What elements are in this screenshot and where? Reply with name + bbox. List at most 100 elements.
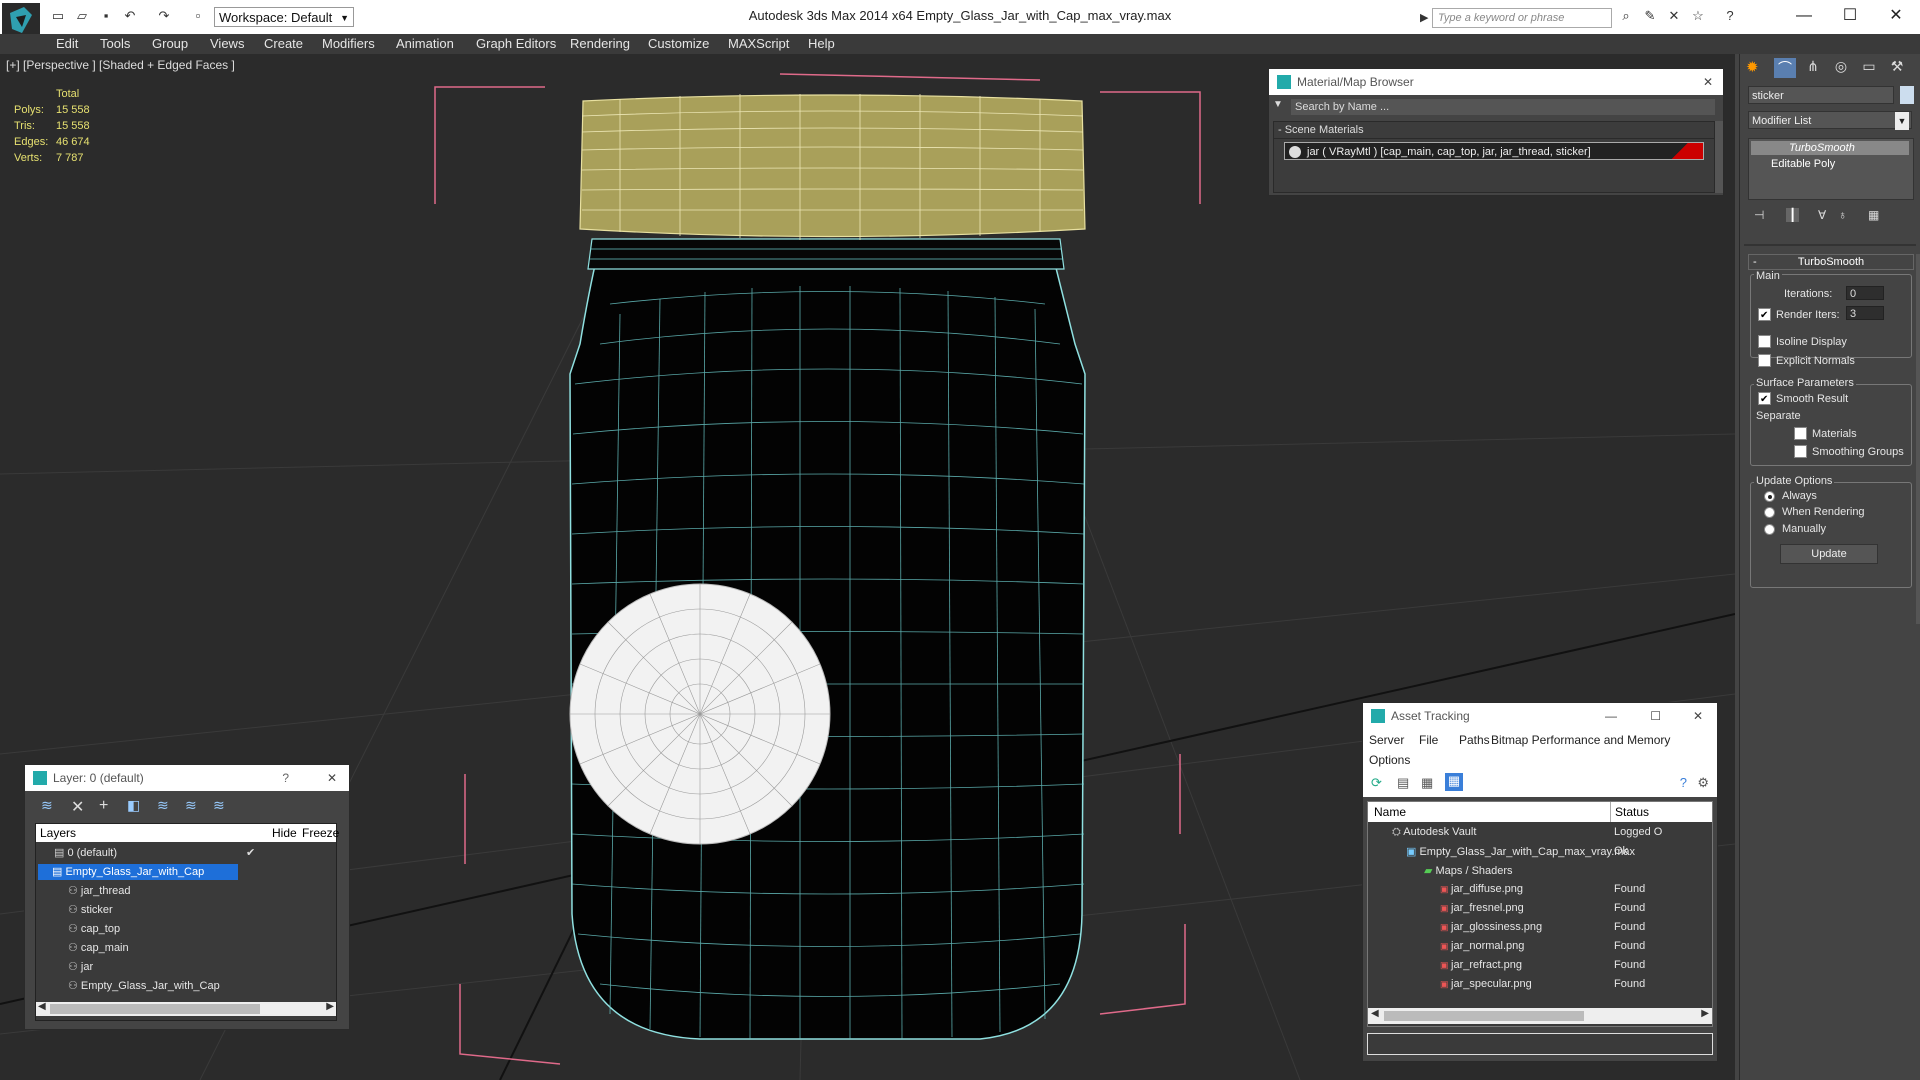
- asset-row-vault[interactable]: ⛭ Autodesk Vault: [1392, 826, 1476, 839]
- freeze-all-icon[interactable]: ≋: [213, 797, 225, 814]
- layer-panel-close-icon[interactable]: ✕: [327, 765, 337, 791]
- menu-rendering[interactable]: Rendering: [570, 36, 630, 51]
- render-iters-checkbox[interactable]: [1758, 308, 1771, 321]
- asset-grid-view-icon[interactable]: ▦: [1445, 773, 1463, 791]
- asset-minimize-button[interactable]: —: [1605, 703, 1617, 729]
- asset-close-button[interactable]: ✕: [1693, 703, 1703, 729]
- always-radio[interactable]: [1764, 491, 1775, 502]
- motion-tab-icon[interactable]: ◎: [1830, 58, 1852, 78]
- asset-row-jar-refract[interactable]: ▣ jar_refract.png: [1440, 959, 1522, 971]
- modify-tab-icon[interactable]: ⌒: [1774, 58, 1796, 78]
- asset-status-column-header[interactable]: Status: [1610, 802, 1649, 822]
- highlight-layer-icon[interactable]: ≋: [157, 797, 169, 814]
- asset-help-icon[interactable]: ?: [1680, 775, 1687, 790]
- layer-horizontal-scrollbar[interactable]: ◀ ▶: [36, 1001, 336, 1016]
- select-objects-icon[interactable]: ◧: [127, 797, 140, 814]
- scene-materials-header[interactable]: - Scene Materials: [1274, 122, 1714, 139]
- asset-row-jar-glossiness[interactable]: ▣ jar_glossiness.png: [1440, 921, 1542, 933]
- object-color-swatch[interactable]: [1900, 86, 1914, 104]
- asset-list-view-icon[interactable]: ▤: [1397, 775, 1409, 791]
- minimize-button[interactable]: —: [1784, 4, 1824, 28]
- make-unique-icon[interactable]: ∀: [1818, 208, 1826, 222]
- configure-sets-icon[interactable]: ▦: [1868, 208, 1879, 222]
- hide-column-header[interactable]: Hide: [272, 824, 297, 842]
- manually-radio[interactable]: [1764, 524, 1775, 535]
- asset-menu-options[interactable]: Options: [1369, 753, 1410, 767]
- browser-scrollbar[interactable]: [1715, 121, 1723, 193]
- asset-menu-bitmap-performance[interactable]: Bitmap Performance and Memory: [1491, 733, 1670, 747]
- asset-row-jar-normal[interactable]: ▣ jar_normal.png: [1440, 940, 1524, 952]
- materials-checkbox[interactable]: [1794, 427, 1807, 440]
- asset-row-jar-fresnel[interactable]: ▣ jar_fresnel.png: [1440, 902, 1524, 914]
- layer-object-jar[interactable]: ⚇ jar: [68, 960, 93, 973]
- asset-menu-file[interactable]: File: [1419, 733, 1438, 747]
- favorites-icon[interactable]: ☆: [1690, 8, 1706, 24]
- hide-all-icon[interactable]: ≋: [185, 797, 197, 814]
- menu-customize[interactable]: Customize: [648, 36, 709, 51]
- asset-menu-paths[interactable]: Paths: [1459, 733, 1490, 747]
- binoculars-icon[interactable]: ⌕: [1618, 8, 1634, 24]
- asset-table-view-icon[interactable]: ▦: [1421, 775, 1433, 791]
- create-tab-icon[interactable]: ✹: [1746, 58, 1768, 78]
- asset-maximize-button[interactable]: ☐: [1650, 703, 1661, 729]
- layer-row-default[interactable]: ▤ 0 (default): [54, 846, 117, 859]
- search-input[interactable]: Type a keyword or phrase: [1432, 8, 1612, 28]
- hierarchy-tab-icon[interactable]: ⋔: [1802, 58, 1824, 78]
- menu-animation[interactable]: Animation: [396, 36, 454, 51]
- layer-row-empty-glass-jar[interactable]: ▤ Empty_Glass_Jar_with_Cap: [38, 864, 238, 880]
- browser-options-icon[interactable]: ▼: [1273, 99, 1287, 110]
- asset-name-column-header[interactable]: Name: [1374, 802, 1406, 822]
- layer-object-cap-main[interactable]: ⚇ cap_main: [68, 941, 129, 954]
- material-item-jar[interactable]: jar ( VRayMtl ) [cap_main, cap_top, jar,…: [1284, 142, 1704, 160]
- asset-row-maps-shaders[interactable]: ▰ Maps / Shaders: [1424, 864, 1513, 877]
- layer-object-empty-glass-jar[interactable]: ⚇ Empty_Glass_Jar_with_Cap: [68, 979, 220, 992]
- menu-tools[interactable]: Tools: [100, 36, 130, 51]
- help-icon[interactable]: ?: [1722, 8, 1738, 24]
- when-rendering-radio[interactable]: [1764, 507, 1775, 518]
- command-panel-scrollbar[interactable]: [1916, 254, 1920, 624]
- freeze-column-header[interactable]: Freeze: [302, 824, 339, 842]
- display-tab-icon[interactable]: ▭: [1858, 58, 1880, 78]
- menu-help[interactable]: Help: [808, 36, 835, 51]
- subscription-icon[interactable]: ✎: [1642, 8, 1658, 24]
- show-end-result-icon[interactable]: ┃: [1786, 208, 1800, 222]
- layer-object-cap-top[interactable]: ⚇ cap_top: [68, 922, 120, 935]
- object-name-input[interactable]: sticker: [1748, 86, 1894, 104]
- layer-help-icon[interactable]: ?: [282, 765, 289, 791]
- menu-edit[interactable]: Edit: [56, 36, 78, 51]
- smooth-result-checkbox[interactable]: [1758, 392, 1771, 405]
- menu-create[interactable]: Create: [264, 36, 303, 51]
- asset-horizontal-scrollbar[interactable]: ◀ ▶: [1368, 1008, 1712, 1024]
- asset-tracking-title-bar[interactable]: Asset Tracking — ☐ ✕: [1363, 703, 1717, 729]
- modifier-list-dropdown[interactable]: Modifier List ▼: [1748, 111, 1912, 130]
- layers-column-header[interactable]: Layers: [40, 824, 76, 842]
- pin-stack-icon[interactable]: ⊣: [1754, 208, 1764, 222]
- asset-settings-icon[interactable]: ⚙: [1697, 775, 1709, 791]
- asset-row-max-file[interactable]: ▣ Empty_Glass_Jar_with_Cap_max_vray.max: [1406, 845, 1635, 858]
- material-browser-close-icon[interactable]: ✕: [1703, 69, 1713, 95]
- menu-modifiers[interactable]: Modifiers: [322, 36, 375, 51]
- stack-item-turbosmooth[interactable]: TurboSmooth: [1751, 141, 1909, 155]
- layer-object-jar-thread[interactable]: ⚇ jar_thread: [68, 884, 130, 897]
- asset-refresh-icon[interactable]: ⟳: [1371, 775, 1382, 791]
- layer-panel-title-bar[interactable]: Layer: 0 (default)? ✕: [25, 765, 349, 791]
- stack-item-editable-poly[interactable]: Editable Poly: [1751, 157, 1909, 171]
- asset-row-jar-diffuse[interactable]: ▣ jar_diffuse.png: [1440, 883, 1523, 895]
- viewport-label[interactable]: [+] [Perspective ] [Shaded + Edged Faces…: [6, 58, 235, 72]
- add-to-layer-icon[interactable]: +: [99, 797, 108, 815]
- communication-icon[interactable]: ✕: [1666, 8, 1682, 24]
- menu-maxscript[interactable]: MAXScript: [728, 36, 789, 51]
- menu-views[interactable]: Views: [210, 36, 244, 51]
- current-layer-check-icon[interactable]: ✔: [246, 846, 255, 859]
- smoothing-groups-checkbox[interactable]: [1794, 445, 1807, 458]
- update-button[interactable]: Update: [1780, 544, 1878, 564]
- search-expand-icon[interactable]: ▶: [1420, 8, 1430, 28]
- turbosmooth-rollout-header[interactable]: - TurboSmooth: [1748, 254, 1914, 270]
- delete-layer-icon[interactable]: ✕: [71, 797, 84, 817]
- menu-group[interactable]: Group: [152, 36, 188, 51]
- remove-modifier-icon[interactable]: ♁: [1838, 208, 1847, 222]
- isoline-display-checkbox[interactable]: [1758, 335, 1771, 348]
- close-button[interactable]: ✕: [1876, 4, 1916, 28]
- asset-menu-server[interactable]: Server: [1369, 733, 1404, 747]
- render-iters-spinner[interactable]: 3: [1846, 306, 1884, 320]
